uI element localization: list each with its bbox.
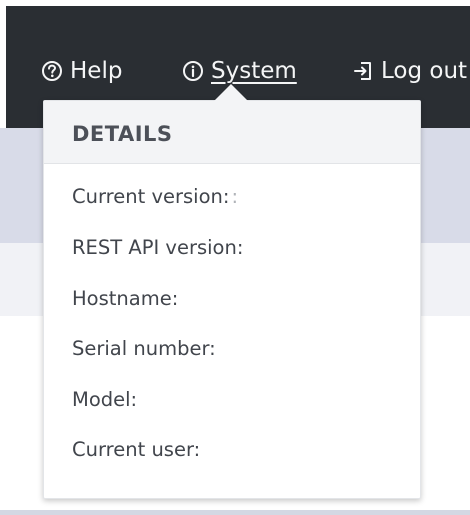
detail-label: Serial number: — [72, 337, 216, 360]
system-nav-item[interactable]: System — [182, 57, 297, 85]
detail-row-rest-api-version: REST API version: — [72, 236, 245, 259]
detail-row-serial-number: Serial number: — [72, 337, 218, 360]
detail-label: Hostname: — [72, 287, 179, 310]
info-circle-icon — [182, 60, 204, 82]
popover-title: DETAILS — [72, 121, 173, 146]
page-background-bottom-band — [0, 510, 470, 515]
logout-nav-item[interactable]: Log out — [352, 57, 467, 85]
popover-header: DETAILS — [44, 101, 420, 164]
detail-row-model: Model: — [72, 388, 139, 411]
detail-value: : — [231, 185, 239, 208]
popover-caret — [214, 84, 248, 101]
detail-row-current-version: Current version:: — [72, 185, 238, 208]
system-label: System — [211, 58, 297, 84]
help-label: Help — [70, 58, 123, 84]
detail-label: Current version: — [72, 185, 230, 208]
detail-label: REST API version: — [72, 236, 244, 259]
logout-arrow-icon — [352, 60, 374, 82]
logout-label: Log out — [381, 58, 468, 84]
detail-label: Model: — [72, 388, 138, 411]
detail-row-current-user: Current user: — [72, 438, 202, 461]
system-details-popover: DETAILS Current version:: REST API versi… — [43, 100, 421, 499]
detail-label: Current user: — [72, 438, 201, 461]
detail-row-hostname: Hostname: — [72, 287, 180, 310]
help-nav-item[interactable]: Help — [41, 57, 122, 85]
question-circle-icon — [41, 60, 63, 82]
